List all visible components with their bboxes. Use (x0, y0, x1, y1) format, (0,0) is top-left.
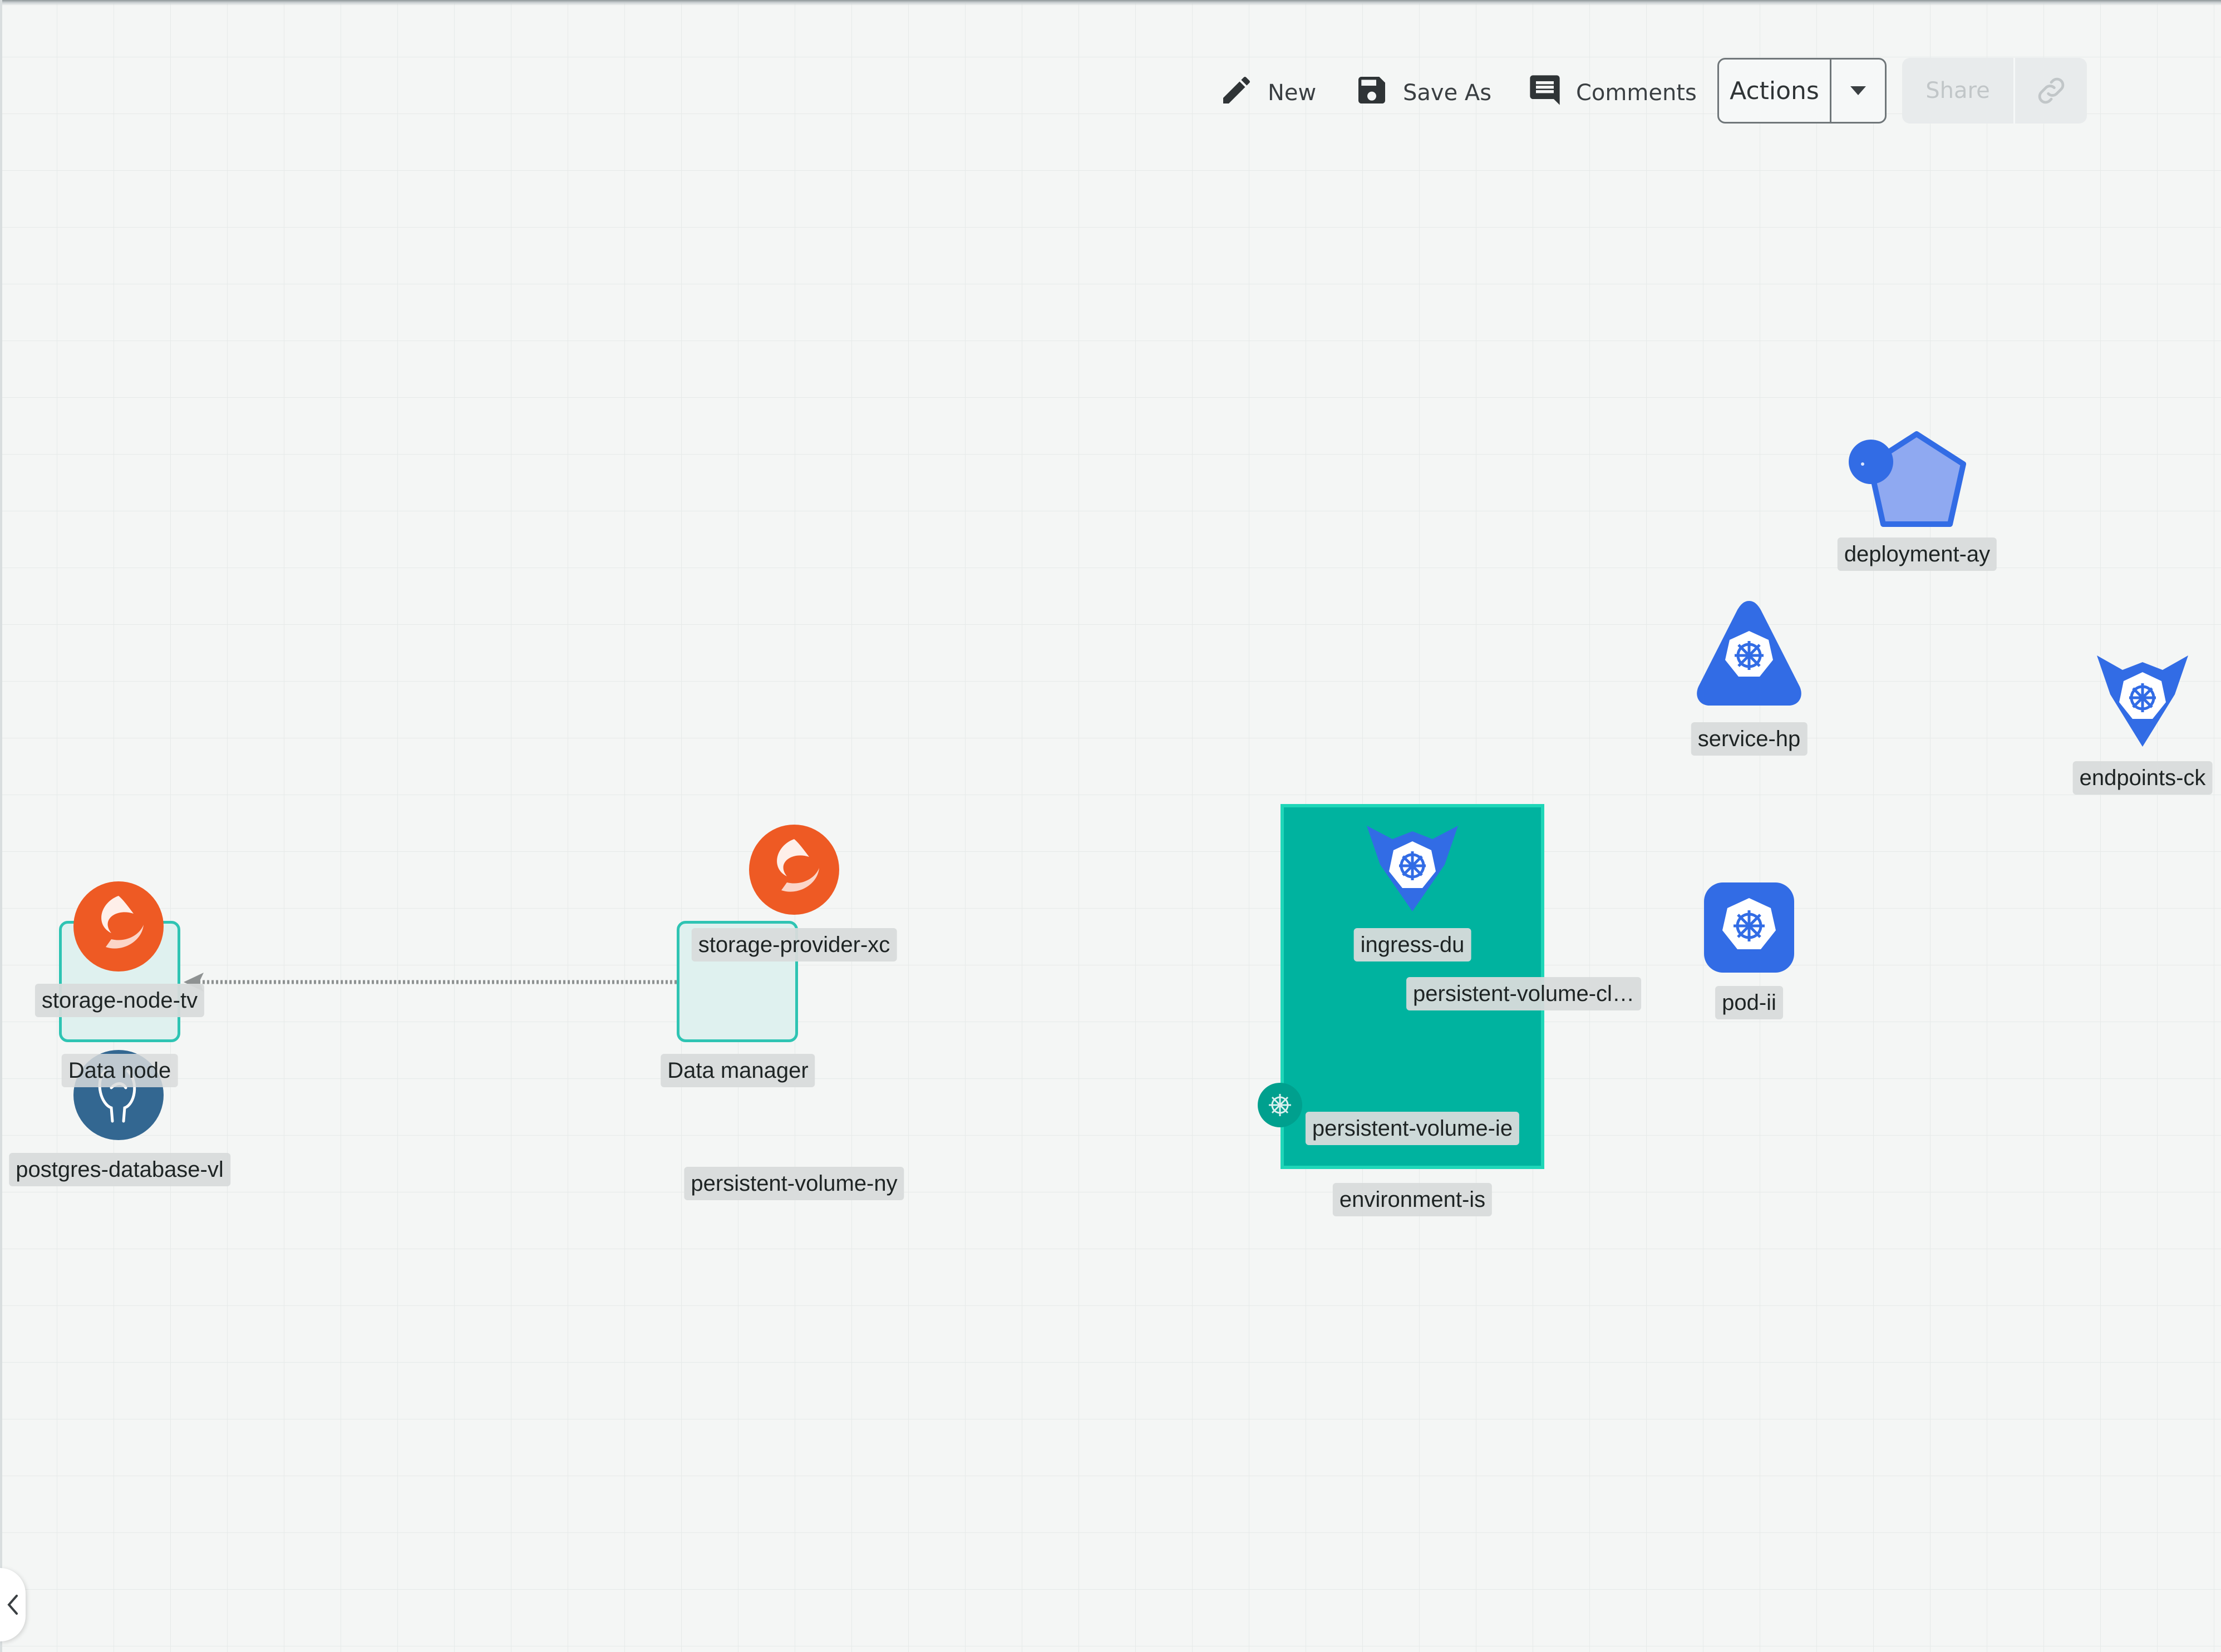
node-label-environment: environment-is (1332, 1183, 1493, 1216)
storage-icon (73, 881, 164, 972)
deployment-icon[interactable] (1848, 430, 1968, 530)
node-label-data-node: Data node (61, 1054, 178, 1087)
edge-layer (184, 973, 677, 992)
service-icon[interactable] (1695, 598, 1803, 708)
chevron-left-icon (7, 1595, 18, 1615)
node-label-pod: pod-ii (1715, 986, 1783, 1019)
environment-badge-icon (1258, 1083, 1302, 1127)
node-label-data-manager: Data manager (661, 1054, 815, 1087)
storage-provider-icon[interactable] (748, 823, 840, 916)
node-label-deployment: deployment-ay (1837, 537, 1997, 571)
node-label-endpoints: endpoints-ck (2072, 761, 2213, 795)
endpoints-icon[interactable] (2097, 655, 2188, 747)
node-label-storage-provider: storage-provider-xc (691, 928, 897, 961)
node-label-storage-node: storage-node-tv (35, 984, 205, 1017)
node-label-postgres: postgres-database-vl (9, 1153, 230, 1186)
pod-icon[interactable] (1703, 881, 1795, 974)
node-label-service: service-hp (1691, 722, 1808, 756)
node-label-persistent-volume-ie[interactable]: persistent-volume-ie (1305, 1112, 1520, 1145)
ingress-icon[interactable] (1367, 826, 1458, 911)
node-label-persistent-volume-claim[interactable]: persistent-volume-cl… (1406, 977, 1641, 1010)
node-label-ingress: ingress-du (1353, 928, 1471, 961)
node-label-persistent-volume-ny[interactable]: persistent-volume-ny (684, 1167, 904, 1200)
